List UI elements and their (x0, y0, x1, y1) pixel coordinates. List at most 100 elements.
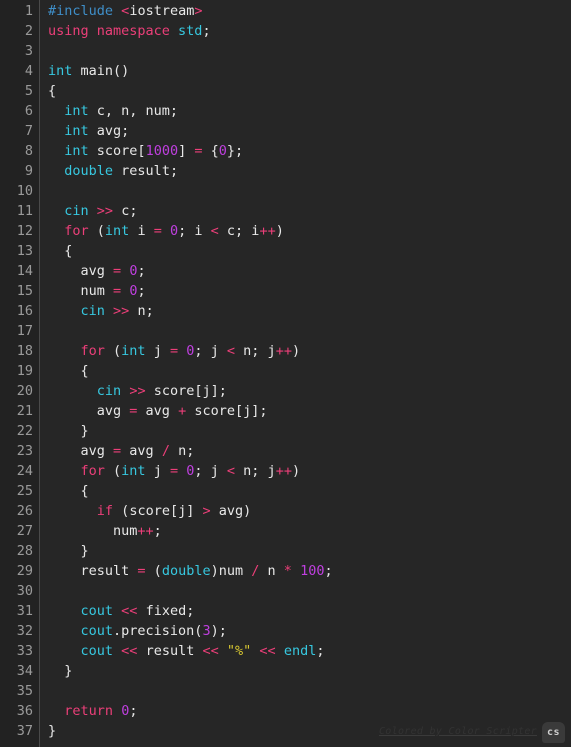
code-line[interactable]: int c, n, num; (48, 101, 571, 121)
line-number: 32 (16, 623, 33, 639)
code-line[interactable]: num = 0; (48, 281, 571, 301)
token-id (113, 603, 121, 619)
token-num: 0 (169, 223, 179, 239)
token-id: avg (48, 403, 130, 419)
token-op: = (113, 263, 122, 279)
code-line[interactable] (48, 581, 571, 601)
token-punc: ( (113, 503, 130, 519)
token-punc: ); (210, 623, 227, 639)
token-kw: for (80, 463, 105, 479)
code-line[interactable]: if (score[j] > avg) (48, 501, 571, 521)
token-id: c; (113, 203, 138, 219)
code-line[interactable]: for (int i = 0; i < c; i++) (48, 221, 571, 241)
token-id: score[j]; (186, 403, 268, 419)
code-line[interactable]: num++; (48, 521, 571, 541)
code-line[interactable]: int score[1000] = {0}; (48, 141, 571, 161)
token-punc: { (48, 243, 73, 259)
code-line[interactable]: } (48, 661, 571, 681)
token-punc: ] (178, 143, 195, 159)
code-line[interactable]: avg = 0; (48, 261, 571, 281)
token-punc: ; (137, 263, 146, 279)
line-number: 24 (16, 463, 33, 479)
token-op: / (161, 443, 170, 459)
token-op: = (153, 223, 162, 239)
code-line[interactable]: for (int j = 0; j < n; j++) (48, 341, 571, 361)
code-line[interactable] (48, 181, 571, 201)
token-id (48, 643, 81, 659)
token-punc: }; (226, 143, 244, 159)
code-line[interactable] (48, 321, 571, 341)
token-punc: ) (210, 563, 219, 579)
token-op: = (137, 563, 146, 579)
code-line[interactable] (48, 681, 571, 701)
code-line[interactable]: { (48, 241, 571, 261)
code-line[interactable]: #include <iostream> (48, 1, 571, 21)
code-line[interactable]: } (48, 541, 571, 561)
token-id: iostream (129, 3, 195, 19)
code-line[interactable]: cin >> n; (48, 301, 571, 321)
code-line[interactable]: double result; (48, 161, 571, 181)
code-line[interactable]: } (48, 421, 571, 441)
line-number: 12 (16, 223, 33, 239)
line-number: 22 (16, 423, 33, 439)
code-line[interactable]: { (48, 81, 571, 101)
token-id (113, 3, 121, 19)
code-line[interactable]: int avg; (48, 121, 571, 141)
code-line[interactable]: int main() (48, 61, 571, 81)
token-id: avg; (88, 123, 130, 139)
code-line[interactable]: using namespace std; (48, 21, 571, 41)
code-line[interactable]: result = (double)num / n * 100; (48, 561, 571, 581)
code-line[interactable]: cout.precision(3); (48, 621, 571, 641)
token-op: > (194, 3, 203, 19)
line-number: 19 (16, 363, 33, 379)
line-number: 8 (24, 143, 33, 159)
code-line[interactable]: cout << fixed; (48, 601, 571, 621)
code-line[interactable]: { (48, 361, 571, 381)
code-line[interactable]: cin >> c; (48, 201, 571, 221)
line-number: 20 (16, 383, 33, 399)
token-op: << (121, 603, 138, 619)
code-line[interactable]: cin >> score[j]; (48, 381, 571, 401)
line-number: 1 (24, 3, 33, 19)
code-line[interactable]: cout << result << "%" << endl; (48, 641, 571, 661)
token-punc: ( (104, 463, 122, 479)
token-id (48, 123, 64, 139)
token-id (48, 383, 97, 399)
token-type: cout (80, 603, 114, 619)
token-op: < (226, 463, 236, 479)
color-scripter-badge: cs (542, 722, 565, 743)
token-id (48, 463, 81, 479)
token-punc: } (48, 543, 89, 559)
token-type: cout (80, 643, 114, 659)
code-line[interactable]: { (48, 481, 571, 501)
line-number: 23 (16, 443, 33, 459)
line-number: 14 (16, 263, 33, 279)
code-line[interactable]: avg = avg / n; (48, 441, 571, 461)
line-number: 28 (16, 543, 33, 559)
token-id: c, n, num; (88, 103, 179, 119)
line-number: 34 (16, 663, 33, 679)
token-id (48, 203, 64, 219)
code-content-area[interactable]: #include <iostream> using namespace std; … (40, 0, 571, 747)
line-number: 26 (16, 503, 33, 519)
token-op: * (283, 563, 292, 579)
code-line[interactable]: for (int j = 0; j < n; j++) (48, 461, 571, 481)
token-id: n; j (235, 463, 276, 479)
line-number: 27 (16, 523, 33, 539)
token-pre: #include (48, 3, 114, 19)
line-number: 5 (24, 83, 33, 99)
line-number: 17 (16, 323, 33, 339)
code-editor: 1 2 3 4 5 6 7 8 9 10 11 12 13 14 15 16 17 18 19 20 21 22 23 24 2… (0, 0, 571, 747)
code-line[interactable]: return 0; (48, 701, 571, 721)
line-number: 6 (24, 103, 33, 119)
token-kw: if (96, 503, 114, 519)
line-number: 36 (16, 703, 33, 719)
line-number: 18 (16, 343, 33, 359)
token-id: n; (129, 303, 154, 319)
token-id (48, 143, 64, 159)
token-punc: ; (194, 463, 211, 479)
token-id (178, 343, 186, 359)
code-line[interactable] (48, 41, 571, 61)
code-line[interactable]: avg = avg + score[j]; (48, 401, 571, 421)
token-op: + (178, 403, 187, 419)
